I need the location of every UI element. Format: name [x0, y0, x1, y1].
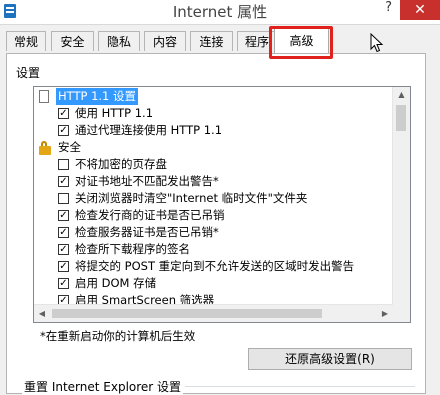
- reset-ie-group-label: 重置 Internet Explorer 设置: [22, 378, 184, 395]
- title-bar: Internet 属性 ? ✕: [0, 0, 440, 25]
- vertical-scroll-thumb[interactable]: [396, 105, 406, 131]
- list-item-label: 检查发行商的证书是否已吊销: [75, 208, 225, 222]
- window-title: Internet 属性: [172, 3, 268, 21]
- restart-note: *在重新启动你的计算机后生效: [40, 329, 196, 343]
- scroll-right-icon[interactable]: ▶: [377, 305, 393, 322]
- list-item-label: 检查所下载程序的签名: [75, 242, 190, 256]
- list-item-label: 启用 DOM 存储: [75, 276, 157, 290]
- scroll-left-icon[interactable]: ◀: [34, 305, 50, 322]
- list-item-label: HTTP 1.1 设置: [56, 88, 139, 105]
- checkbox-publisher-revocation[interactable]: ✓: [58, 210, 69, 221]
- checkbox-http11[interactable]: ✓: [58, 108, 69, 119]
- vertical-scrollbar[interactable]: ▲ ▼: [392, 87, 410, 322]
- close-button[interactable]: ✕: [400, 0, 440, 20]
- checkbox-proxy-http11[interactable]: ✓: [58, 125, 69, 136]
- settings-list[interactable]: HTTP 1.1 设置 ✓ 使用 HTTP 1.1 ✓ 通过代理连接使用 HTT…: [33, 86, 411, 323]
- tab-connections[interactable]: 连接: [190, 31, 233, 51]
- document-icon: [39, 90, 49, 103]
- tab-general[interactable]: 常规: [6, 31, 46, 51]
- help-button[interactable]: ?: [385, 0, 392, 15]
- list-item-label: 检查服务器证书是否已吊销*: [75, 225, 219, 239]
- list-item-label: 将提交的 POST 重定向到不允许发送的区域时发出警告: [75, 259, 355, 273]
- checkbox-cert-mismatch[interactable]: ✓: [58, 176, 69, 187]
- mouse-cursor-icon: [370, 33, 384, 53]
- scroll-up-icon[interactable]: ▲: [393, 87, 410, 103]
- tab-security[interactable]: 安全: [51, 31, 94, 51]
- restore-advanced-settings-button[interactable]: 还原高级设置(R): [248, 348, 412, 370]
- list-item-label: 使用 HTTP 1.1: [75, 106, 154, 120]
- checkbox-empty-temp-files[interactable]: [58, 193, 69, 204]
- checkbox-download-signature[interactable]: ✓: [58, 244, 69, 255]
- tab-content[interactable]: 内容: [144, 31, 186, 51]
- tab-privacy[interactable]: 隐私: [98, 31, 140, 51]
- list-item-label: 安全: [58, 140, 81, 154]
- list-item-label: 不将加密的页存盘: [75, 157, 167, 171]
- settings-label: 设置: [16, 66, 41, 80]
- highlight-box: [269, 26, 333, 59]
- checkbox-no-save-encrypted[interactable]: [58, 159, 69, 170]
- scroll-corner: [393, 305, 410, 322]
- list-item-label: 关闭浏览器时清空"Internet 临时文件"文件夹: [75, 191, 308, 205]
- list-item-label: 对证书地址不匹配发出警告*: [75, 174, 219, 188]
- checkbox-post-redirect[interactable]: ✓: [58, 261, 69, 272]
- group-divider: [185, 386, 415, 387]
- checkbox-server-revocation[interactable]: ✓: [58, 227, 69, 238]
- checkbox-dom-storage[interactable]: ✓: [58, 278, 69, 289]
- horizontal-scrollbar[interactable]: ◀ ▶: [34, 304, 393, 322]
- lock-icon: [39, 141, 51, 155]
- horizontal-scroll-thumb[interactable]: [52, 309, 322, 318]
- list-item-label: 通过代理连接使用 HTTP 1.1: [75, 123, 223, 137]
